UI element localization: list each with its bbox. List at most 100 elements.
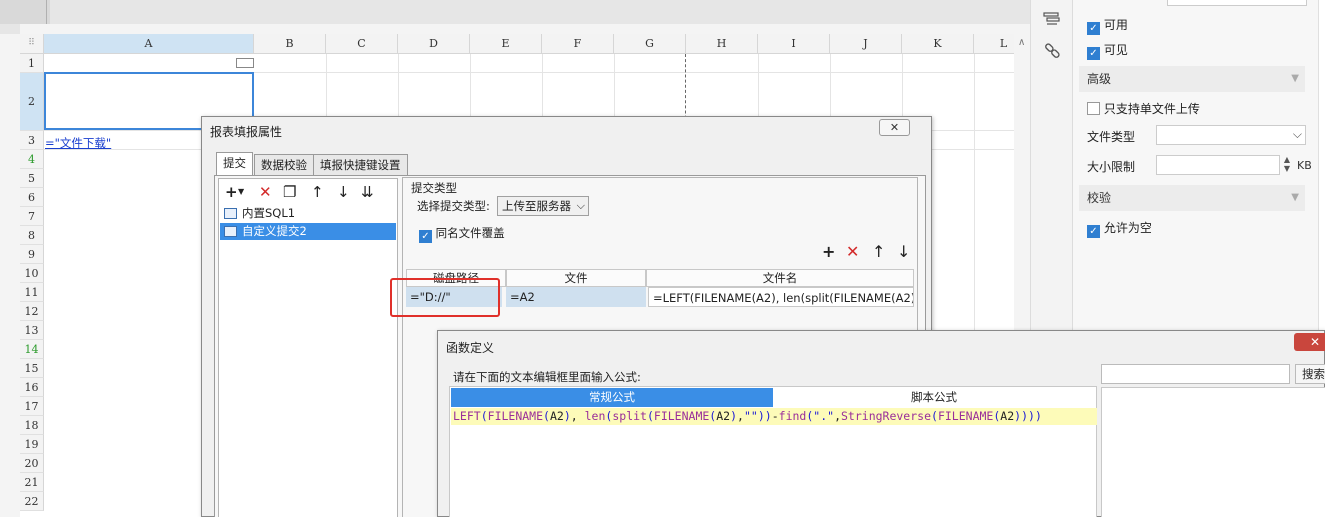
copy-icon[interactable]: ❐ (283, 183, 296, 201)
top-field[interactable] (1167, 0, 1307, 6)
tab-shortcut-settings[interactable]: 填报快捷键设置 (313, 154, 408, 175)
widget-settings-icon[interactable] (1043, 12, 1061, 26)
check-icon[interactable]: ✓ (419, 230, 432, 243)
check-icon[interactable]: ✓ (1087, 22, 1100, 35)
a1-file-widget[interactable] (236, 58, 254, 68)
submit-item-icon (224, 208, 237, 219)
row-header-6[interactable]: 6 (20, 188, 44, 207)
column-header-a[interactable]: A (44, 34, 254, 54)
function-search-input[interactable] (1101, 364, 1290, 384)
close-icon: ✕ (1310, 335, 1321, 349)
column-header-h[interactable]: H (686, 34, 758, 54)
spinner-icon[interactable]: ▲ ▼ (1280, 155, 1294, 175)
row-header-8[interactable]: 8 (20, 226, 44, 245)
move-up-icon[interactable]: ↑ (872, 242, 885, 261)
tab-regular-formula[interactable]: 常规公式 (451, 388, 773, 407)
row-header-19[interactable]: 19 (20, 435, 44, 454)
submit-type-select[interactable]: 上传至服务器 ⌵ (497, 196, 589, 216)
row-header-22[interactable]: 22 (20, 492, 44, 511)
check-icon[interactable]: ✓ (1087, 225, 1100, 238)
formula-content: LEFT(FILENAME(A2), len(split(FILENAME(A2… (453, 409, 1042, 423)
row-header-21[interactable]: 21 (20, 473, 44, 492)
move-up-icon[interactable]: ↑ (311, 183, 324, 201)
row-header-13[interactable]: 13 (20, 321, 44, 340)
row-header-12[interactable]: 12 (20, 302, 44, 321)
row-header-7[interactable]: 7 (20, 207, 44, 226)
file-type-select[interactable]: ⌵ (1156, 125, 1306, 145)
sheet-tab-stub (0, 0, 50, 24)
advanced-section-header[interactable]: 高级 ▼ (1079, 66, 1305, 92)
allow-empty-row[interactable]: ✓ 允许为空 (1087, 219, 1152, 238)
link-icon[interactable] (1043, 42, 1061, 60)
cell-filename[interactable]: =LEFT(FILENAME(A2), len(split(FILENAME(A… (648, 287, 914, 307)
chevron-up-icon[interactable]: ∧ (1018, 37, 1025, 48)
check-icon[interactable]: ✓ (1087, 47, 1100, 60)
row-header-5[interactable]: 5 (20, 169, 44, 188)
overwrite-checkbox-row[interactable]: ✓ 同名文件覆盖 (419, 225, 505, 243)
divider (46, 0, 47, 24)
tab-script-formula[interactable]: 脚本公式 (773, 388, 1095, 407)
column-header-c[interactable]: C (326, 34, 398, 54)
formula-text[interactable]: LEFT(FILENAME(A2), len(split(FILENAME(A2… (451, 408, 1097, 425)
tab-submit[interactable]: 提交 (216, 152, 253, 175)
group-title: 提交类型 (411, 181, 457, 195)
checkbox-empty-icon[interactable] (1087, 102, 1100, 115)
add-icon[interactable]: + (822, 242, 835, 261)
close-button[interactable]: ✕ (1294, 333, 1325, 351)
row-header-1[interactable]: 1 (20, 54, 44, 73)
validation-label: 校验 (1087, 191, 1112, 205)
column-header-g[interactable]: G (614, 34, 686, 54)
row-header-17[interactable]: 17 (20, 397, 44, 416)
row-header-10[interactable]: 10 (20, 264, 44, 283)
formula-editor[interactable]: 常规公式 脚本公式 LEFT(FILENAME(A2), len(split(F… (449, 386, 1097, 517)
close-button[interactable]: ✕ (879, 119, 910, 136)
row-header-16[interactable]: 16 (20, 378, 44, 397)
delete-icon[interactable]: ✕ (259, 183, 272, 201)
validation-section-header[interactable]: 校验 ▼ (1079, 185, 1305, 211)
visible-checkbox-row[interactable]: ✓ 可见 (1087, 41, 1128, 60)
column-header-filename[interactable]: 文件名 (646, 269, 914, 287)
cell-file[interactable]: =A2 (506, 287, 646, 307)
cell-a3-link[interactable]: ="文件下载" (45, 135, 111, 151)
column-header-d[interactable]: D (398, 34, 470, 54)
row-header-2[interactable]: 2 (20, 73, 44, 131)
column-header-k[interactable]: K (902, 34, 974, 54)
chevron-down-icon[interactable]: ▼ (1291, 66, 1299, 92)
usable-checkbox-row[interactable]: ✓ 可用 (1087, 16, 1128, 35)
search-button[interactable]: 搜索 (1295, 364, 1325, 384)
function-list[interactable] (1101, 387, 1325, 517)
size-limit-input[interactable] (1156, 155, 1280, 175)
move-down-icon[interactable]: ↓ (897, 242, 910, 261)
row-header-11[interactable]: 11 (20, 283, 44, 302)
row-header-9[interactable]: 9 (20, 245, 44, 264)
column-header-i[interactable]: I (758, 34, 830, 54)
row-header-3[interactable]: 3 (20, 131, 44, 150)
allow-empty-label: 允许为空 (1103, 221, 1152, 235)
usable-label: 可用 (1103, 18, 1128, 32)
add-icon[interactable]: + (225, 183, 238, 201)
chevron-down-icon[interactable]: ⌵ (1293, 127, 1302, 142)
column-header-b[interactable]: B (254, 34, 326, 54)
column-header-f[interactable]: F (542, 34, 614, 54)
delete-icon[interactable]: ✕ (846, 242, 859, 261)
dropdown-arrow-icon[interactable]: ▼ (238, 187, 244, 196)
single-upload-row[interactable]: 只支持单文件上传 (1087, 100, 1200, 117)
single-upload-label: 只支持单文件上传 (1103, 102, 1200, 116)
tab-data-validation[interactable]: 数据校验 (254, 154, 314, 175)
row-header-14[interactable]: 14 (20, 340, 44, 359)
row-header-20[interactable]: 20 (20, 454, 44, 473)
chevron-down-icon[interactable]: ▼ (1291, 185, 1299, 211)
move-down-icon[interactable]: ↓ (337, 183, 350, 201)
column-header-file[interactable]: 文件 (506, 269, 646, 287)
submit-type-value: 上传至服务器 (502, 199, 571, 213)
select-all-corner[interactable]: ⠿ (20, 34, 44, 54)
column-header-e[interactable]: E (470, 34, 542, 54)
row-header-4[interactable]: 4 (20, 150, 44, 169)
list-item-sql1[interactable]: 内置SQL1 (220, 205, 396, 222)
advanced-label: 高级 (1087, 72, 1112, 86)
move-bottom-icon[interactable]: ⇊ (361, 183, 374, 201)
list-item-custom-submit2[interactable]: 自定义提交2 (220, 223, 396, 240)
column-header-j[interactable]: J (830, 34, 902, 54)
row-header-18[interactable]: 18 (20, 416, 44, 435)
row-header-15[interactable]: 15 (20, 359, 44, 378)
